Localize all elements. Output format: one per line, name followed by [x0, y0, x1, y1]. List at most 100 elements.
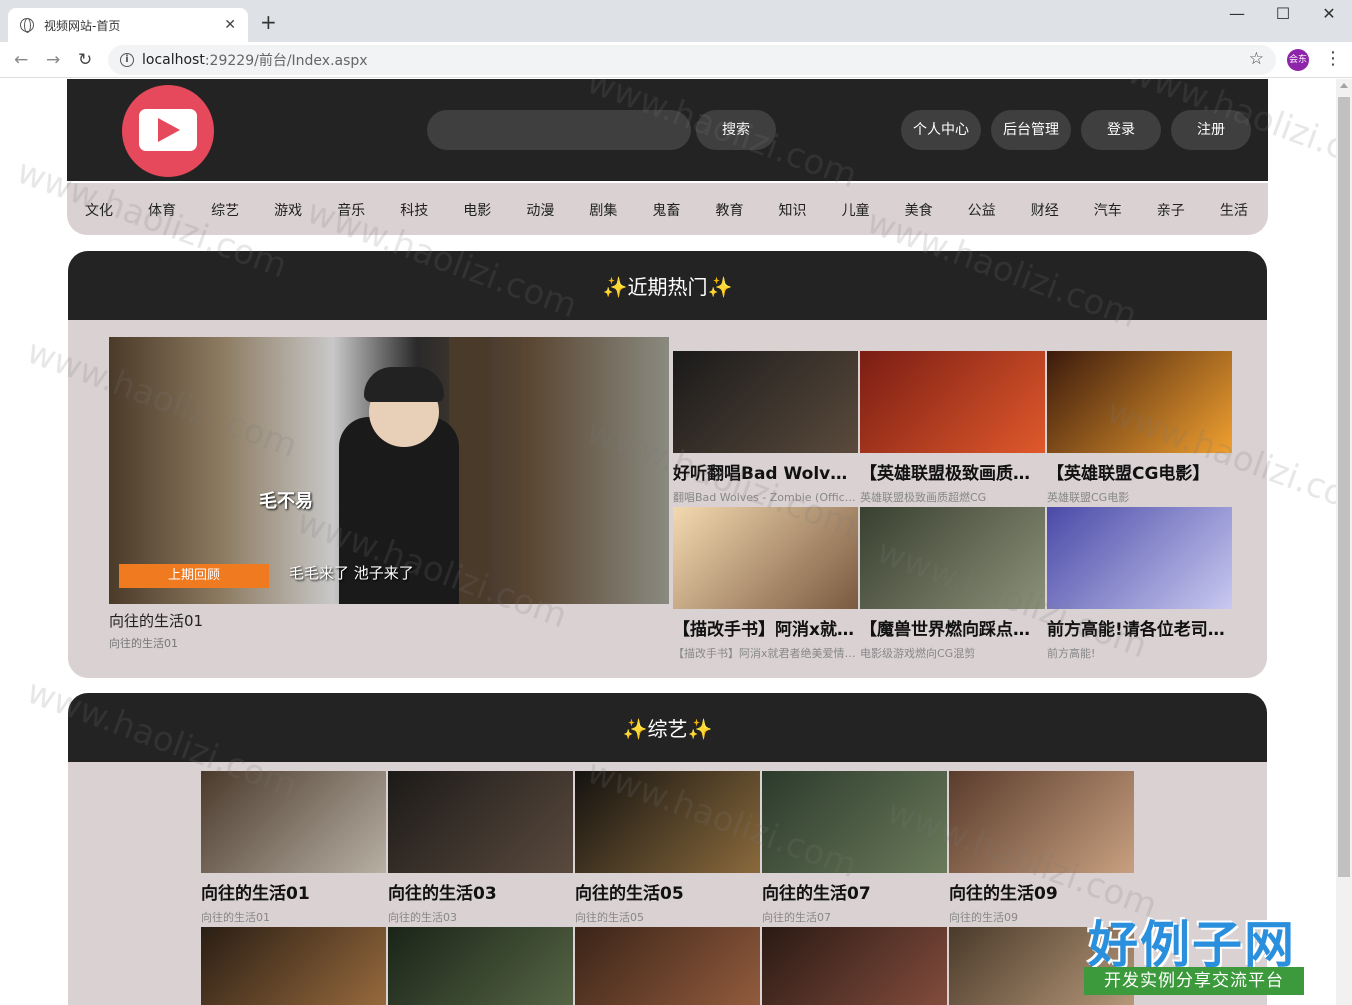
video-title[interactable]: 【魔兽世界燃向踩点混剪】	[860, 615, 1045, 640]
site-logo[interactable]	[122, 85, 214, 177]
video-card[interactable]: 向往的生活07 向往的生活07	[762, 771, 947, 923]
category-link[interactable]: 儿童	[842, 198, 870, 220]
video-card[interactable]: 【描改手书】阿消x就君者绝美爱情【描改手书】阿消x就君者绝美爱情故事	[673, 507, 858, 659]
video-card[interactable]	[388, 927, 573, 1005]
scroll-up-icon[interactable]	[1340, 83, 1348, 88]
category-link[interactable]: 亲子	[1157, 198, 1185, 220]
video-title[interactable]: 向往的生活01	[201, 879, 386, 904]
video-thumbnail[interactable]	[575, 771, 760, 873]
category-link[interactable]: 鬼畜	[652, 198, 680, 220]
reload-icon[interactable]: ↻	[78, 50, 92, 70]
video-thumbnail[interactable]	[860, 507, 1045, 609]
category-link[interactable]: 综艺	[211, 198, 239, 220]
category-link[interactable]: 美食	[905, 198, 933, 220]
register-button[interactable]: 注册	[1171, 110, 1251, 150]
video-title[interactable]: 向往的生活09	[949, 879, 1134, 904]
watermark-logo: 好例子网 开发实例分享交流平台	[1082, 905, 1312, 1001]
video-thumbnail[interactable]	[575, 927, 760, 1005]
url-path: :29229/前台/Index.aspx	[204, 53, 368, 69]
video-card[interactable]	[201, 927, 386, 1005]
video-title[interactable]: 好听翻唱Bad Wolves - Zombie	[673, 459, 858, 484]
video-thumbnail[interactable]	[1047, 507, 1232, 609]
bookmark-star-icon[interactable]: ☆	[1249, 49, 1264, 69]
category-link[interactable]: 电影	[463, 198, 491, 220]
video-thumbnail[interactable]	[762, 927, 947, 1005]
category-link[interactable]: 剧集	[589, 198, 617, 220]
video-title[interactable]: 向往的生活03	[388, 879, 573, 904]
maximize-button[interactable]: ☐	[1260, 4, 1306, 23]
video-thumbnail[interactable]	[388, 927, 573, 1005]
search-input[interactable]	[427, 110, 691, 150]
category-link[interactable]: 教育	[715, 198, 743, 220]
category-link[interactable]: 音乐	[337, 198, 365, 220]
close-window-button[interactable]: ✕	[1306, 4, 1352, 23]
category-link[interactable]: 知识	[779, 198, 807, 220]
video-card[interactable]: 向往的生活03 向往的生活03	[388, 771, 573, 923]
sparkle-icon: ✨	[687, 717, 713, 741]
admin-button[interactable]: 后台管理	[991, 110, 1071, 150]
video-title[interactable]: 前方高能!请各位老司机坐稳	[1047, 615, 1232, 640]
menu-kebab-icon[interactable]: ⋮	[1324, 48, 1342, 69]
video-thumbnail[interactable]	[388, 771, 573, 873]
user-center-button[interactable]: 个人中心	[901, 110, 981, 150]
minimize-button[interactable]: —	[1214, 4, 1260, 23]
featured-thumbnail[interactable]: 毛不易 上期回顾 毛毛来了 池子来了	[109, 337, 669, 604]
hot-grid: 好听翻唱Bad Wolves - Zombie 翻唱Bad Wolves - Zo…	[673, 351, 1234, 659]
category-link[interactable]: 游戏	[274, 198, 302, 220]
video-card[interactable]: 【英雄联盟极致画质燃向混剪】英雄联盟极致画质超燃CG	[860, 351, 1045, 503]
video-thumbnail[interactable]	[201, 927, 386, 1005]
video-card[interactable]: 【魔兽世界燃向踩点混剪】电影级游戏燃向CG混剪	[860, 507, 1045, 659]
video-card[interactable]: 向往的生活01 向往的生活01	[201, 771, 386, 923]
featured-video[interactable]: 毛不易 上期回顾 毛毛来了 池子来了 向往的生活01 向往的生活01	[109, 337, 669, 651]
video-card[interactable]	[575, 927, 760, 1005]
page-scrollbar[interactable]	[1336, 79, 1352, 1005]
category-link[interactable]: 生活	[1220, 198, 1248, 220]
video-subtitle: 英雄联盟CG电影	[1047, 491, 1130, 503]
video-title[interactable]: 【英雄联盟极致画质燃向混剪】	[860, 459, 1045, 484]
scrollbar-thumb[interactable]	[1338, 97, 1350, 877]
section-heading: ✨综艺✨	[68, 693, 1267, 762]
category-link[interactable]: 汽车	[1094, 198, 1122, 220]
video-card[interactable]: 【英雄联盟CG电影】英雄联盟CG电影	[1047, 351, 1232, 503]
video-card[interactable]: 向往的生活09 向往的生活09	[949, 771, 1134, 923]
info-icon[interactable]: i	[120, 53, 134, 67]
video-title[interactable]: 【英雄联盟CG电影】	[1047, 459, 1232, 484]
video-thumbnail[interactable]	[1047, 351, 1232, 453]
login-button[interactable]: 登录	[1081, 110, 1161, 150]
category-link[interactable]: 公益	[968, 198, 996, 220]
section-heading: ✨近期热门✨	[68, 251, 1267, 320]
video-thumbnail[interactable]	[673, 351, 858, 453]
category-nav: 文化 体育 综艺 游戏 音乐 科技 电影 动漫 剧集 鬼畜 教育 知识 儿童 美食 公益 财经 汽车 亲子 生活	[67, 183, 1268, 235]
category-link[interactable]: 财经	[1031, 198, 1059, 220]
tab-close-icon[interactable]: ✕	[224, 17, 236, 33]
video-title[interactable]: 向往的生活05	[575, 879, 760, 904]
search-button[interactable]: 搜索	[696, 110, 776, 150]
video-card[interactable]: 前方高能!请各位老司机坐稳前方高能!	[1047, 507, 1232, 659]
overlay-caption: 毛毛来了 池子来了	[289, 564, 414, 582]
video-thumbnail[interactable]	[201, 771, 386, 873]
category-link[interactable]: 动漫	[526, 198, 554, 220]
new-tab-button[interactable]: +	[260, 12, 277, 32]
category-link[interactable]: 文化	[85, 198, 113, 220]
video-thumbnail[interactable]	[860, 351, 1045, 453]
video-card[interactable]	[762, 927, 947, 1005]
profile-avatar[interactable]: 会东	[1287, 49, 1309, 71]
back-icon[interactable]: ←	[14, 50, 28, 70]
variety-grid: 向往的生活01 向往的生活01 向往的生活03 向往的生活03 向往的生活05 向往的生活…	[201, 771, 1136, 1005]
browser-tab[interactable]: 视频网站-首页 ✕	[8, 8, 248, 42]
video-thumbnail[interactable]	[949, 771, 1134, 873]
video-subtitle: 电影级游戏燃向CG混剪	[860, 647, 976, 659]
forward-icon[interactable]: →	[46, 50, 60, 70]
category-link[interactable]: 科技	[400, 198, 428, 220]
video-thumbnail[interactable]	[762, 771, 947, 873]
play-icon	[139, 109, 197, 151]
watermark-logo-slogan: 开发实例分享交流平台	[1084, 967, 1304, 995]
video-card[interactable]: 向往的生活05 向往的生活05	[575, 771, 760, 923]
video-title[interactable]: 向往的生活07	[762, 879, 947, 904]
video-title[interactable]: 【描改手书】阿消x就君者绝美爱情	[673, 615, 858, 640]
category-link[interactable]: 体育	[148, 198, 176, 220]
video-thumbnail[interactable]	[673, 507, 858, 609]
featured-title[interactable]: 向往的生活01	[109, 610, 669, 631]
address-bar[interactable]: i localhost :29229/前台/Index.aspx ☆	[108, 45, 1276, 75]
video-card[interactable]: 好听翻唱Bad Wolves - Zombie 翻唱Bad Wolves - Zo…	[673, 351, 858, 503]
